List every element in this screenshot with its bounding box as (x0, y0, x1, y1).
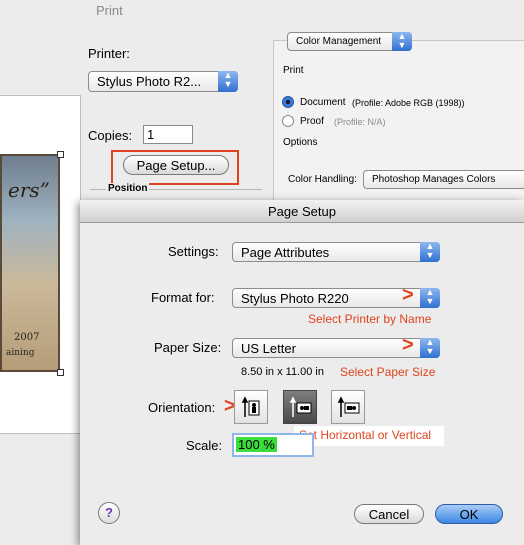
paper-size-label: Paper Size: (154, 340, 222, 355)
portrait-orientation-button[interactable] (234, 390, 268, 424)
settings-popup-value: Page Attributes (241, 245, 330, 260)
proof-label: Proof (300, 116, 324, 127)
position-label: Position (106, 183, 150, 194)
popup-arrows-icon: ▲ ▼ (420, 338, 440, 358)
color-handling-popup-value: Photoshop Manages Colors (372, 174, 496, 185)
printer-popup[interactable]: Stylus Photo R2... ▲ ▼ (88, 71, 238, 92)
set-orientation-annotation: Set Horizontal or Vertical (299, 428, 432, 442)
document-radio[interactable] (282, 96, 294, 108)
options-label: Options (283, 137, 318, 148)
printer-label: Printer: (88, 46, 130, 61)
popup-arrows-icon: ▲ ▼ (420, 242, 440, 262)
proof-profile: (Profile: N/A) (334, 117, 386, 127)
format-for-popup-value: Stylus Photo R220 (241, 291, 349, 306)
popup-arrows-icon: ▲ ▼ (392, 32, 412, 51)
ok-button[interactable]: OK (435, 504, 503, 524)
settings-popup[interactable]: Page Attributes ▲ ▼ (232, 242, 440, 262)
photo-text-year: 2007 (14, 332, 40, 343)
help-button[interactable]: ? (98, 502, 120, 524)
page-setup-button[interactable]: Page Setup... (123, 155, 229, 175)
preview-photo: ers” 2007 aining (0, 154, 60, 372)
printer-popup-value: Stylus Photo R2... (97, 74, 202, 89)
paper-size-arrow: > (402, 334, 414, 356)
settings-label: Settings: (168, 244, 219, 259)
orientation-label: Orientation: (148, 400, 216, 415)
scale-label: Scale: (186, 438, 223, 453)
color-management-popup-value: Color Management (296, 36, 382, 47)
format-for-label: Format for: (151, 290, 215, 305)
resize-handle[interactable] (57, 151, 64, 158)
print-section-label: Print (283, 65, 304, 76)
scale-field[interactable]: 100 % (232, 433, 314, 457)
photo-text-bottom: aining (6, 348, 35, 358)
copies-field[interactable]: 1 (143, 125, 193, 144)
document-label: Document (300, 97, 346, 108)
select-paper-annotation: Select Paper Size (340, 365, 436, 379)
landscape-left-orientation-button[interactable] (283, 390, 317, 424)
portrait-orientation-icon (241, 396, 260, 417)
popup-arrows-icon: ▲ ▼ (218, 71, 238, 92)
sheet-titlebar: Page Setup (80, 200, 524, 223)
page-setup-sheet: Page Setup Settings: Page Attributes ▲ ▼ … (80, 200, 524, 545)
scale-value: 100 % (236, 437, 277, 452)
select-printer-annotation: Select Printer by Name (308, 312, 432, 326)
landscape-right-orientation-button[interactable] (331, 390, 365, 424)
cancel-button[interactable]: Cancel (354, 504, 424, 524)
landscape-left-orientation-icon (289, 396, 312, 417)
paper-size-popup-value: US Letter (241, 341, 296, 356)
color-handling-label: Color Handling: (288, 174, 357, 185)
resize-handle[interactable] (57, 369, 64, 376)
copies-label: Copies: (88, 128, 133, 143)
proof-radio[interactable] (282, 115, 294, 127)
photo-text-top: ers” (8, 178, 50, 202)
format-for-arrow: > (402, 284, 414, 306)
color-management-popup[interactable]: Color Management ▲ ▼ (287, 32, 412, 51)
paper-dimensions: 8.50 in x 11.00 in (241, 366, 324, 378)
sheet-title: Page Setup (268, 204, 336, 219)
color-handling-popup[interactable]: Photoshop Manages Colors (363, 170, 524, 189)
popup-arrows-icon: ▲ ▼ (420, 288, 440, 308)
document-profile: (Profile: Adobe RGB (1998)) (352, 98, 465, 108)
landscape-right-orientation-icon (337, 396, 360, 417)
print-window-title: Print (96, 3, 123, 18)
